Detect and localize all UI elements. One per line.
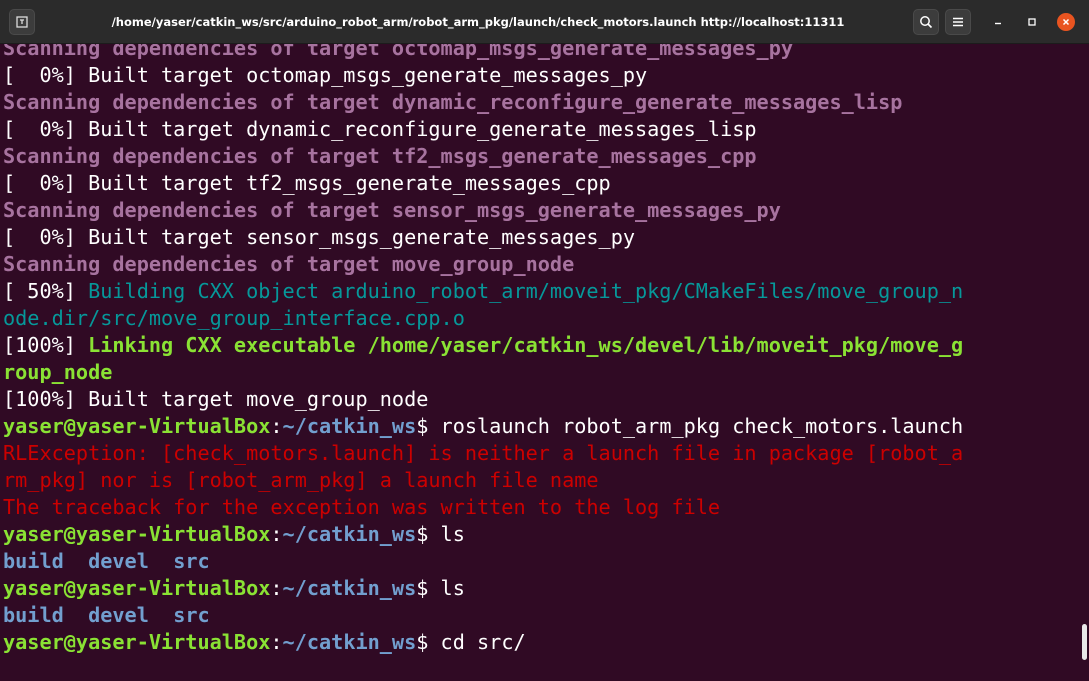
terminal-line: Scanning dependencies of target sensor_m… — [3, 197, 781, 224]
terminal-text-segment: Scanning dependencies of target octomap_… — [3, 44, 794, 60]
terminal-text-segment: yaser@yaser-VirtualBox — [3, 522, 271, 546]
terminal-line: The traceback for the exception was writ… — [3, 494, 720, 521]
terminal-text-segment: [ 0%] Built target tf2_msgs_generate_mes… — [3, 171, 611, 195]
terminal-line: rm_pkg] nor is [robot_arm_pkg] a launch … — [3, 467, 599, 494]
terminal-text-segment: : — [270, 414, 283, 438]
terminal-line: ode.dir/src/move_group_interface.cpp.o — [3, 305, 465, 332]
terminal-text-segment: ~/catkin_ws — [282, 414, 417, 438]
terminal-text-segment: build — [3, 603, 64, 627]
terminal-text-segment: $ ls — [416, 522, 465, 546]
maximize-button[interactable] — [1023, 13, 1041, 31]
terminal-text-segment: $ ls — [416, 576, 465, 600]
terminal-text-segment: src — [173, 603, 210, 627]
terminal-line: Scanning dependencies of target octomap_… — [3, 44, 793, 62]
minimize-button[interactable] — [989, 13, 1007, 31]
terminal-line: yaser@yaser-VirtualBox:~/catkin_ws$ cd s… — [3, 629, 526, 656]
window-title: /home/yaser/catkin_ws/src/arduino_robot_… — [111, 15, 845, 29]
terminal-line: Scanning dependencies of target move_gro… — [3, 251, 574, 278]
terminal-text-segment: ~/catkin_ws — [282, 522, 417, 546]
search-icon — [920, 16, 933, 29]
terminal-line: Scanning dependencies of target dynamic_… — [3, 89, 902, 116]
maximize-icon — [1028, 18, 1036, 26]
terminal-text-segment: roup_node — [3, 360, 113, 384]
terminal-line: yaser@yaser-VirtualBox:~/catkin_ws$ ls — [3, 575, 465, 602]
title-bar: /home/yaser/catkin_ws/src/arduino_robot_… — [0, 0, 1089, 44]
new-tab-icon — [16, 16, 28, 28]
terminal-output[interactable]: Scanning dependencies of target octomap_… — [0, 44, 1080, 681]
scrollbar-thumb[interactable] — [1082, 624, 1087, 660]
terminal-text-segment: Scanning dependencies of target move_gro… — [3, 252, 575, 276]
terminal-text-segment: src — [173, 549, 210, 573]
terminal-text-segment: build — [3, 549, 64, 573]
minimize-icon — [995, 22, 1001, 25]
terminal-text-segment: Building CXX object arduino_robot_arm/mo… — [88, 279, 964, 303]
terminal-line: RLException: [check_motors.launch] is ne… — [3, 440, 963, 467]
terminal-text-segment: yaser@yaser-VirtualBox — [3, 414, 271, 438]
terminal-line: roup_node — [3, 359, 112, 386]
terminal-text-segment: $ cd src/ — [416, 630, 526, 654]
terminal-text-segment: : — [270, 576, 283, 600]
terminal-text-segment: Scanning dependencies of target dynamic_… — [3, 90, 903, 114]
terminal-text-segment: Scanning dependencies of target sensor_m… — [3, 198, 781, 222]
terminal-line: [ 0%] Built target tf2_msgs_generate_mes… — [3, 170, 611, 197]
terminal-text-segment: : — [270, 630, 283, 654]
terminal-line: [ 0%] Built target dynamic_reconfigure_g… — [3, 116, 757, 143]
terminal-line: [ 50%] Building CXX object arduino_robot… — [3, 278, 963, 305]
terminal-text-segment: [ 50%] — [3, 279, 89, 303]
terminal-text-segment: yaser@yaser-VirtualBox — [3, 576, 271, 600]
terminal-text-segment: [ 0%] Built target dynamic_reconfigure_g… — [3, 117, 757, 141]
terminal-line: [ 0%] Built target octomap_msgs_generate… — [3, 62, 647, 89]
terminal-line: [100%] Linking CXX executable /home/yase… — [3, 332, 963, 359]
terminal-text-segment: ode.dir/src/move_group_interface.cpp.o — [3, 306, 465, 330]
terminal-text-segment: [ 0%] Built target octomap_msgs_generate… — [3, 63, 648, 87]
close-icon — [1062, 18, 1070, 26]
terminal-text-segment: : — [270, 522, 283, 546]
terminal-text-segment: yaser@yaser-VirtualBox — [3, 630, 271, 654]
terminal-text-segment: [100%] — [3, 333, 89, 357]
menu-button[interactable] — [945, 9, 971, 35]
terminal-text-segment: RLException: [check_motors.launch] is ne… — [3, 441, 964, 465]
terminal-text-segment: $ roslaunch robot_arm_pkg check_motors.l… — [416, 414, 964, 438]
terminal-line: yaser@yaser-VirtualBox:~/catkin_ws$ ls — [3, 521, 465, 548]
terminal-text-segment: rm_pkg] nor is [robot_arm_pkg] a launch … — [3, 468, 599, 492]
terminal-text-segment: ~/catkin_ws — [282, 576, 417, 600]
terminal-text-segment: ~/catkin_ws — [282, 630, 417, 654]
terminal-line: build devel src — [3, 548, 210, 575]
terminal-text-segment: The traceback for the exception was writ… — [3, 495, 721, 519]
new-tab-button[interactable] — [9, 9, 35, 35]
terminal-text-segment: devel — [88, 549, 149, 573]
close-button[interactable] — [1057, 13, 1075, 31]
terminal-line: [ 0%] Built target sensor_msgs_generate_… — [3, 224, 635, 251]
terminal-text-segment: [100%] Built target move_group_node — [3, 387, 429, 411]
menu-icon — [953, 17, 963, 27]
search-button[interactable] — [913, 9, 939, 35]
terminal-text-segment: devel — [88, 603, 149, 627]
terminal-text-segment: Scanning dependencies of target tf2_msgs… — [3, 144, 757, 168]
terminal-line: yaser@yaser-VirtualBox:~/catkin_ws$ rosl… — [3, 413, 963, 440]
terminal-line: Scanning dependencies of target tf2_msgs… — [3, 143, 757, 170]
terminal-text-segment: Linking CXX executable /home/yaser/catki… — [88, 333, 964, 357]
terminal-line: [100%] Built target move_group_node — [3, 386, 428, 413]
terminal-line: build devel src — [3, 602, 210, 629]
terminal-text-segment: [ 0%] Built target sensor_msgs_generate_… — [3, 225, 636, 249]
